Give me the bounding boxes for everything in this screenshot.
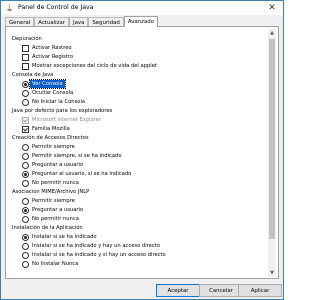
radio-button[interactable] <box>22 162 29 169</box>
option-label: Instalar si se ha indicado y hay un acce… <box>32 243 160 249</box>
option-label: Instalar si se ha indicado <box>32 234 97 240</box>
radio-button[interactable] <box>22 180 29 187</box>
option-label: Permitir siempre <box>32 198 75 204</box>
ok-button[interactable]: Aceptar <box>156 284 200 297</box>
radio-button[interactable] <box>22 171 29 178</box>
radio-button[interactable] <box>22 243 29 250</box>
settings-tree: Depuración Activar Rastreo Activar Regis… <box>8 29 266 277</box>
radio-button[interactable] <box>22 234 29 241</box>
section-header-exploradores: Java por defecto para los exploradores <box>12 108 113 114</box>
option-label: Instalar si se ha indicado y si hay un a… <box>32 252 166 258</box>
radio-button[interactable] <box>22 90 29 97</box>
advanced-settings-panel: Depuración Activar Rastreo Activar Regis… <box>5 26 279 279</box>
option-label: Preguntar a usuario <box>32 207 84 213</box>
section-header-jnlp: Asociación MIME/Archivo JNLP <box>12 189 90 195</box>
radio-button[interactable] <box>22 81 29 88</box>
radio-button[interactable] <box>22 252 29 259</box>
option-label: No Iniciar la Consola <box>32 99 86 105</box>
section-header-accesos-directos: Creación de Accesos Directos <box>12 135 89 141</box>
scroll-down-icon[interactable]: ▼ <box>268 269 276 277</box>
checkbox-box-disabled <box>22 117 29 124</box>
java-control-panel-window: Panel de Control de Java ✕ General Actua… <box>0 0 284 300</box>
tab-avanzado[interactable]: Avanzado <box>123 16 158 27</box>
radio-button[interactable] <box>22 207 29 214</box>
checkbox-box[interactable] <box>22 63 29 70</box>
option-label: Permitir siempre, si se ha indicado <box>32 153 122 159</box>
section-header-depuracion: Depuración <box>12 36 42 42</box>
radio-button[interactable] <box>22 153 29 160</box>
option-label: Familia Mozilla <box>32 126 70 132</box>
checkbox-box[interactable] <box>22 54 29 61</box>
option-label: Mostrar excepciones del ciclo de vida de… <box>32 63 157 69</box>
checkbox-box[interactable] <box>22 45 29 52</box>
scroll-up-icon[interactable]: ▲ <box>268 29 276 37</box>
option-label: Activar Registro <box>32 54 74 60</box>
option-label: Permitir siempre <box>32 144 75 150</box>
checkbox-box[interactable] <box>22 126 29 133</box>
close-icon[interactable]: ✕ <box>264 2 280 14</box>
radio-button[interactable] <box>22 216 29 223</box>
section-header-instalacion: Instalación de la Aplicación <box>12 225 83 231</box>
scroll-thumb[interactable] <box>269 39 275 239</box>
option-label: Preguntar a usuario <box>32 162 84 168</box>
dialog-footer: Aceptar Cancelar Aplicar <box>1 282 283 300</box>
section-header-consola: Consola de Java <box>12 72 54 78</box>
radio-button[interactable] <box>22 99 29 106</box>
option-label: Activar Rastreo <box>32 45 72 51</box>
title-bar: Panel de Control de Java ✕ <box>1 1 283 15</box>
apply-button[interactable]: Aplicar <box>238 284 282 297</box>
java-logo-icon <box>7 3 12 12</box>
window-title: Panel de Control de Java <box>18 4 94 11</box>
vertical-scrollbar[interactable]: ▲ ▼ <box>268 29 276 277</box>
option-label: No permitir nunca <box>32 216 79 222</box>
option-label: Ocultar Consola <box>32 90 74 96</box>
option-label: No permitir nunca <box>32 180 79 186</box>
radio-button[interactable] <box>22 198 29 205</box>
option-label: Preguntar al usuario, si se ha indicado <box>32 171 132 177</box>
option-label-disabled: Microsoft Internet Explorer <box>32 117 102 123</box>
radio-button[interactable] <box>22 261 29 268</box>
option-label: No Instalar Nunca <box>32 261 79 267</box>
radio-button[interactable] <box>22 144 29 151</box>
cancel-button[interactable]: Cancelar <box>199 284 243 297</box>
option-label-selected: Ver Consola <box>29 79 66 89</box>
